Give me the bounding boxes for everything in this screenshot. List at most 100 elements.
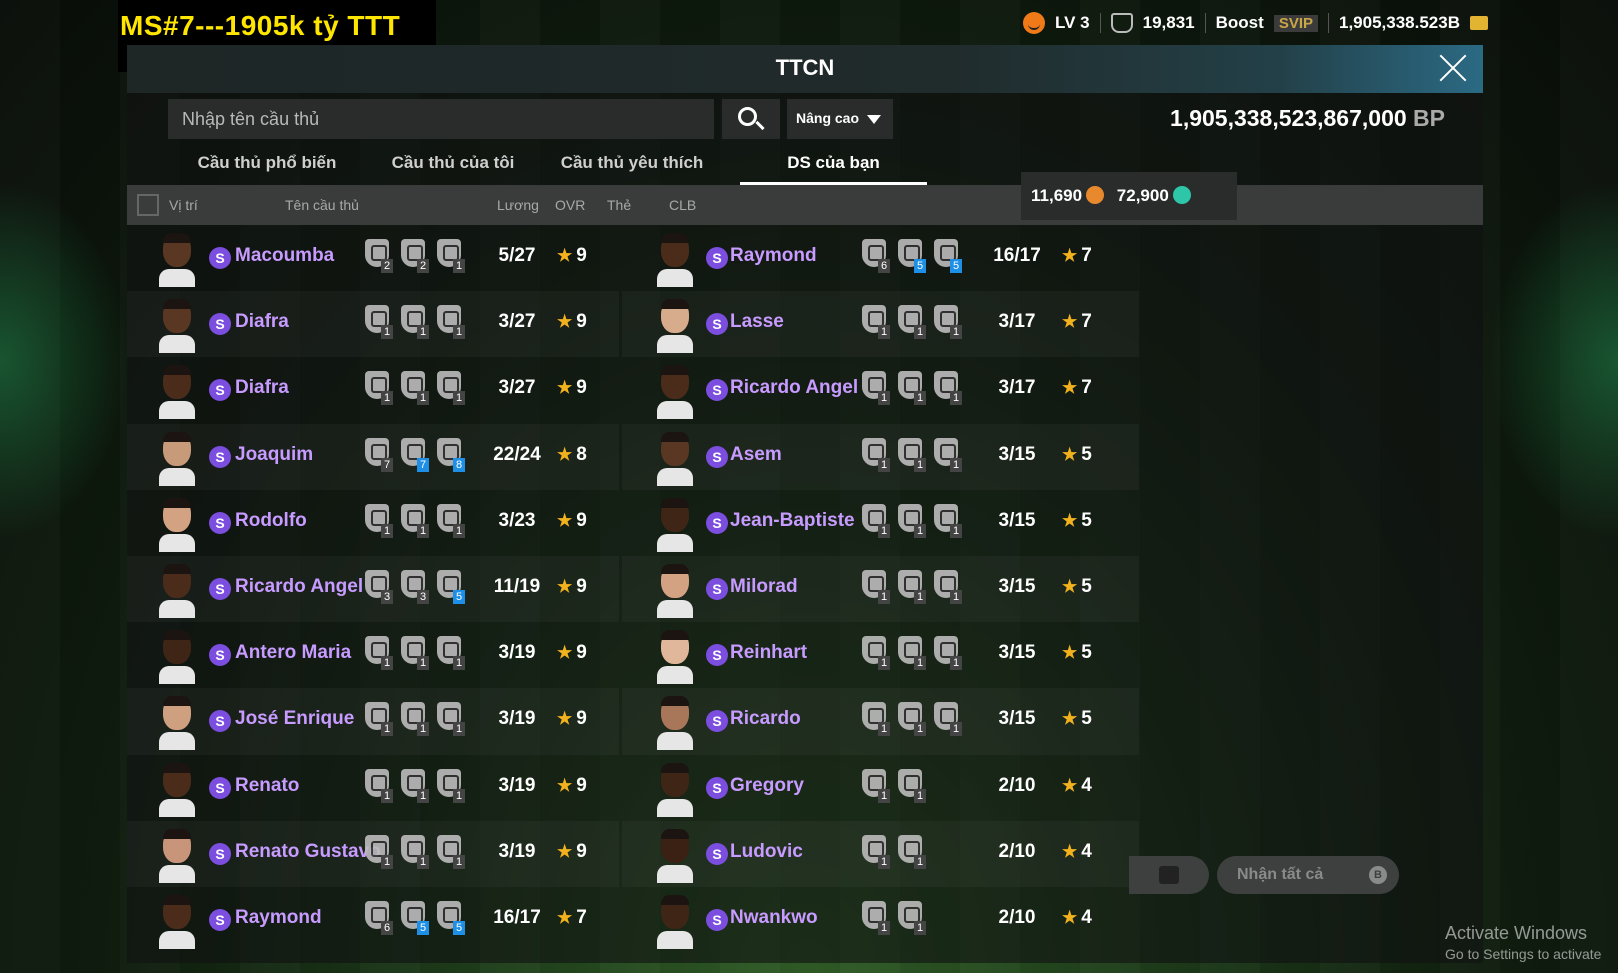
player-name[interactable]: Antero Maria xyxy=(235,642,351,664)
star-icon: ★ xyxy=(557,775,573,795)
player-salary: 3/23 xyxy=(498,509,536,531)
club-history: 11 xyxy=(860,834,926,869)
boost-label[interactable]: Boost xyxy=(1216,13,1264,33)
club-history: 1 1 1 xyxy=(860,702,962,737)
player-row[interactable]: S Nwankwo 1 1 2/10 ★ 4 xyxy=(622,887,1139,953)
player-row[interactable]: S Diafra 1 1 1 3/27 ★ 9 xyxy=(127,291,619,357)
col-position[interactable]: Vị trí xyxy=(169,197,198,213)
close-icon[interactable] xyxy=(1437,52,1469,84)
player-salary: 2/10 xyxy=(998,774,1036,796)
player-row[interactable]: S Lasse 1 1 1 3/17 ★ 7 xyxy=(622,291,1139,357)
player-row[interactable]: S Ricardo Angel 3 3 5 11/19 ★ 9 xyxy=(127,556,619,622)
player-search-input[interactable] xyxy=(168,99,714,139)
star-icon: ★ xyxy=(557,841,573,861)
player-row[interactable]: S Gregory 1 1 2/10 ★ 4 xyxy=(622,755,1139,821)
player-row[interactable]: S Ricardo 1 1 1 3/15 ★ 5 xyxy=(622,688,1139,754)
club-history: 1 1 1 xyxy=(363,503,465,538)
svip-badge[interactable]: SVIP xyxy=(1273,14,1318,32)
player-name[interactable]: José Enrique xyxy=(235,708,354,730)
player-name[interactable]: Ludovic xyxy=(730,841,803,863)
search-button[interactable] xyxy=(722,99,780,139)
player-row[interactable]: S Raymond 6 5 5 16/17 ★ 7 xyxy=(127,887,619,953)
advanced-filter-label: Nâng cao xyxy=(796,110,860,126)
player-name[interactable]: Lasse xyxy=(730,311,784,333)
player-name[interactable]: Jean-Baptiste xyxy=(730,510,855,532)
player-row[interactable]: S Ludovic 1 1 2/10 ★ 4 xyxy=(622,821,1139,887)
col-salary[interactable]: Lương xyxy=(497,197,539,213)
player-row[interactable]: S Asem 1 1 1 3/15 ★ 5 xyxy=(622,424,1139,490)
player-row[interactable]: S Renato Gustavo 1 1 1 3/19 ★ 9 xyxy=(127,821,619,887)
player-row[interactable]: S Ricardo Angel 1 1 1 3/17 ★ 7 xyxy=(622,357,1139,423)
club-emblem-icon: 1 xyxy=(896,503,926,538)
club-emblem-icon: 1 xyxy=(435,636,465,671)
club-history: 1 1 1 xyxy=(363,371,465,406)
player-row[interactable]: S Milorad 1 1 1 3/15 ★ 5 xyxy=(622,556,1139,622)
player-name[interactable]: Renato xyxy=(235,775,299,797)
player-name[interactable]: Asem xyxy=(730,444,782,466)
season-badge-icon: S xyxy=(209,908,231,931)
col-ovr[interactable]: OVR xyxy=(555,197,585,213)
club-level: 7 xyxy=(417,457,429,472)
season-badge-icon: S xyxy=(209,577,231,600)
player-name[interactable]: Diafra xyxy=(235,311,289,333)
player-portrait xyxy=(657,233,693,287)
sc-amount: 11,690 xyxy=(1031,186,1083,205)
windows-activation-watermark: Activate Windows Go to Settings to activ… xyxy=(1445,923,1601,962)
tc-coin-icon xyxy=(1172,186,1191,204)
advanced-filter-dropdown[interactable]: Nâng cao xyxy=(787,99,893,139)
player-name[interactable]: Joaquim xyxy=(235,444,313,466)
player-name[interactable]: Gregory xyxy=(730,775,804,797)
club-emblem-icon: 1 xyxy=(363,834,393,869)
select-all-checkbox[interactable] xyxy=(137,194,159,216)
col-name[interactable]: Tên cầu thủ xyxy=(285,197,359,213)
star-icon: ★ xyxy=(557,576,573,596)
tab-my-players[interactable]: Cầu thủ của tôi xyxy=(373,145,533,185)
player-salary: 2/10 xyxy=(998,906,1036,928)
player-row[interactable]: S Jean-Baptiste 1 1 1 3/15 ★ 5 xyxy=(622,490,1139,556)
ovr-value: 9 xyxy=(576,245,587,266)
player-name[interactable]: Milorad xyxy=(730,576,798,598)
player-row[interactable]: S Reinhart 1 1 1 3/15 ★ 5 xyxy=(622,622,1139,688)
tab-your-list[interactable]: DS của bạn xyxy=(740,145,927,185)
player-row[interactable]: S Diafra 1 1 1 3/27 ★ 9 xyxy=(127,357,619,423)
tab-popular-players[interactable]: Cầu thủ phổ biến xyxy=(177,145,357,185)
col-club[interactable]: CLB xyxy=(669,197,696,213)
player-row[interactable]: S Raymond 6 5 5 16/17 ★ 7 xyxy=(622,225,1139,291)
player-name[interactable]: Ricardo Angel xyxy=(730,377,858,399)
player-name[interactable]: Reinhart xyxy=(730,642,807,664)
player-ovr: ★ 7 xyxy=(1062,377,1092,399)
trophy-count: 19,831 xyxy=(1142,13,1195,32)
player-row[interactable]: S Renato 1 1 1 3/19 ★ 9 xyxy=(127,755,619,821)
player-row[interactable]: S Macoumba 2 2 1 5/27 ★ 9 xyxy=(127,225,619,291)
club-level: 6 xyxy=(381,920,393,935)
player-row[interactable]: S José Enrique 1 1 1 3/19 ★ 9 xyxy=(127,688,619,754)
player-name[interactable]: Rodolfo xyxy=(235,510,307,532)
club-emblem-icon: 1 xyxy=(860,702,890,737)
season-badge-icon: S xyxy=(706,644,728,667)
tab-favorite-players[interactable]: Cầu thủ yêu thích xyxy=(547,145,717,185)
club-emblem-icon: 1 xyxy=(896,900,926,935)
player-row[interactable]: S Rodolfo 1 1 1 3/23 ★ 9 xyxy=(127,490,619,556)
player-name[interactable]: Diafra xyxy=(235,377,289,399)
player-name[interactable]: Ricardo xyxy=(730,708,801,730)
season-badge-icon: S xyxy=(209,313,231,336)
player-name[interactable]: Ricardo Angel xyxy=(235,576,363,598)
player-portrait xyxy=(657,497,693,552)
claim-all-button[interactable]: Nhận tất cả B xyxy=(1217,856,1399,894)
ovr-value: 5 xyxy=(1081,443,1092,465)
player-name[interactable]: Renato Gustavo xyxy=(235,841,381,863)
player-name[interactable]: Macoumba xyxy=(235,245,334,267)
player-row[interactable]: S Antero Maria 1 1 1 3/19 ★ 9 xyxy=(127,622,619,688)
search-icon xyxy=(738,107,757,126)
player-name[interactable]: Raymond xyxy=(730,245,817,267)
col-card[interactable]: Thẻ xyxy=(607,197,631,213)
shirt-button[interactable] xyxy=(1129,856,1209,894)
club-level: 1 xyxy=(417,854,429,869)
star-icon: ★ xyxy=(1062,378,1078,398)
player-name[interactable]: Nwankwo xyxy=(730,907,818,929)
club-level: 5 xyxy=(417,920,429,935)
player-salary: 3/15 xyxy=(998,509,1036,531)
club-emblem-icon: 1 xyxy=(896,569,926,604)
player-name[interactable]: Raymond xyxy=(235,907,322,929)
player-row[interactable]: S Joaquim 7 7 8 22/24 ★ 8 xyxy=(127,424,619,490)
